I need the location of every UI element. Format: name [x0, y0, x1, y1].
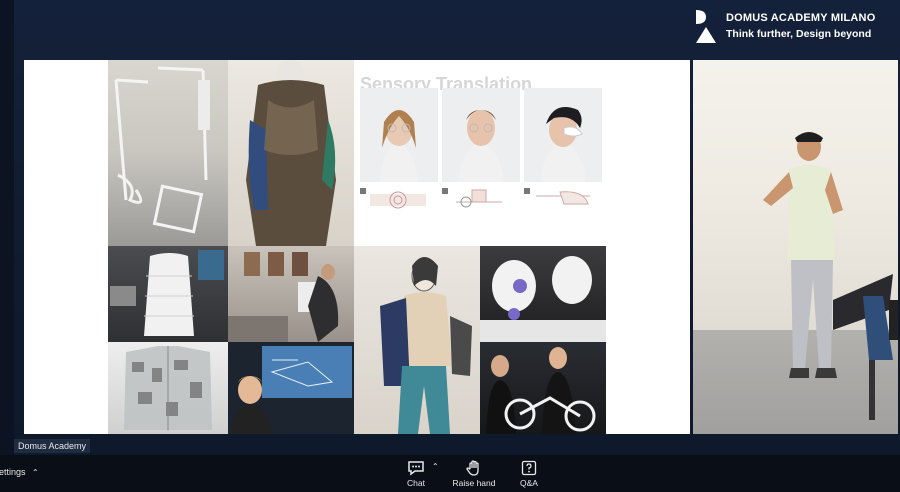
- photo-clear-vest: [108, 342, 228, 434]
- participant-name-tag: Domus Academy: [14, 439, 91, 453]
- speaker-figure: [693, 132, 898, 434]
- chat-label: Chat: [407, 478, 425, 488]
- photo-screen-presenter: [228, 342, 354, 434]
- photo-puffer-coat: [108, 246, 228, 342]
- photo-illustration-outfit: [354, 246, 480, 434]
- qa-button[interactable]: Q&A: [499, 458, 559, 490]
- left-edge: [0, 0, 14, 455]
- meeting-stage: DOMUS ACADEMY MILANO Think further, Desi…: [0, 0, 900, 455]
- chat-icon: [408, 461, 424, 476]
- photo-students-model: [480, 342, 606, 434]
- raise-hand-button[interactable]: Raise hand: [444, 458, 504, 490]
- sensor-diagram-1: [360, 188, 426, 209]
- settings-label: Settings: [0, 467, 26, 477]
- portrait-3: [524, 88, 602, 182]
- frame-sculpture-icon: [114, 66, 210, 234]
- chevron-up-icon: ⌃: [32, 468, 39, 477]
- sensor-diagram-3: [524, 188, 590, 205]
- photo-workshop-wall: [228, 246, 354, 342]
- question-icon: [521, 460, 537, 476]
- photo-garment-mannequin: [228, 60, 354, 246]
- settings-button[interactable]: Settings ⌃: [0, 467, 39, 477]
- hand-icon: [466, 460, 479, 476]
- chat-options-chevron-icon[interactable]: ⌃: [432, 462, 439, 471]
- brand-tagline: Think further, Design beyond: [726, 28, 872, 40]
- shared-slide: Sensory Translation: [24, 60, 690, 434]
- brand-header: DOMUS ACADEMY MILANO Think further, Desi…: [694, 8, 894, 44]
- speaker-video: [693, 60, 898, 434]
- photo-studio-frames: [108, 60, 228, 246]
- raise-hand-label: Raise hand: [452, 478, 496, 488]
- qa-label: Q&A: [520, 478, 538, 488]
- sensor-diagram-2: [442, 188, 502, 208]
- photo-head-models: [480, 246, 606, 342]
- portrait-2: [442, 88, 520, 182]
- portrait-1: [360, 88, 438, 182]
- domus-logo-icon: [696, 10, 716, 43]
- brand-name: DOMUS ACADEMY MILANO: [726, 12, 876, 24]
